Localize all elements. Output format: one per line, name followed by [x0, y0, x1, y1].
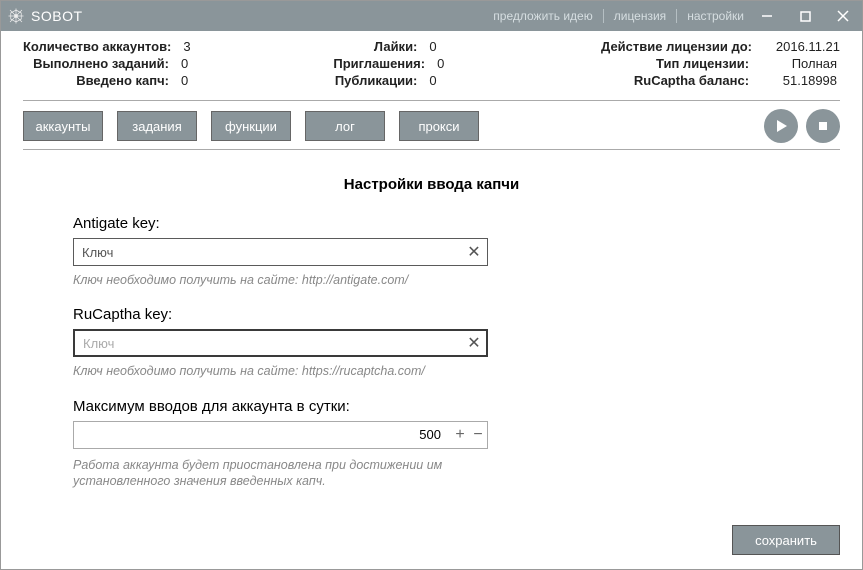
stat-tasks-label: Выполнено заданий:: [23, 56, 181, 71]
stat-invites-label: Приглашения:: [333, 56, 437, 71]
content-area: Настройки ввода капчи Antigate key: ✕ Кл…: [1, 158, 862, 513]
stat-accounts-value: 3: [183, 39, 223, 54]
rucaptcha-clear-icon[interactable]: ✕: [464, 333, 484, 353]
tab-functions[interactable]: функции: [211, 111, 291, 141]
stepper-minus-icon[interactable]: −: [469, 421, 487, 449]
app-title: SOBOT: [31, 8, 83, 24]
stat-license-until-label: Действие лицензии до:: [601, 39, 764, 54]
toolbar: аккаунты задания функции лог прокси: [23, 109, 840, 143]
close-button[interactable]: [824, 1, 862, 31]
link-settings[interactable]: настройки: [683, 9, 748, 23]
tab-bar: аккаунты задания функции лог прокси: [23, 111, 479, 141]
antigate-label: Antigate key:: [73, 215, 493, 232]
stat-likes-value: 0: [429, 39, 469, 54]
rucaptcha-hint: Ключ необходимо получить на сайте: https…: [73, 363, 493, 379]
stat-captcha-value: 0: [181, 73, 221, 88]
tab-log[interactable]: лог: [305, 111, 385, 141]
stat-pubs-value: 0: [429, 73, 469, 88]
tab-accounts[interactable]: аккаунты: [23, 111, 103, 141]
max-inputs-stepper: + −: [73, 421, 488, 449]
stat-license-type-value: Полная: [761, 56, 837, 71]
rucaptcha-input[interactable]: [73, 329, 488, 357]
maximize-button[interactable]: [786, 1, 824, 31]
minimize-button[interactable]: [748, 1, 786, 31]
header-links: предложить идею лицензия настройки: [489, 9, 748, 23]
rucaptcha-label: RuCaptha key:: [73, 306, 493, 323]
stat-license-type-label: Тип лицензии:: [601, 56, 761, 71]
stat-tasks-value: 0: [181, 56, 221, 71]
link-suggest-idea[interactable]: предложить идею: [489, 9, 596, 23]
stat-license-until-value: 2016.11.21: [764, 39, 840, 54]
stat-pubs-label: Публикации:: [333, 73, 429, 88]
stat-accounts-label: Количество аккаунтов:: [23, 39, 183, 54]
stepper-plus-icon[interactable]: +: [451, 421, 469, 449]
antigate-hint: Ключ необходимо получить на сайте: http:…: [73, 272, 493, 288]
max-inputs-input[interactable]: [74, 426, 451, 443]
footer: сохранить: [1, 513, 862, 569]
max-inputs-hint: Работа аккаунта будет приостановлена при…: [73, 457, 493, 490]
stop-button[interactable]: [806, 109, 840, 143]
page-title: Настройки ввода капчи: [27, 176, 836, 193]
app-icon: [7, 7, 25, 25]
stat-rucaptcha-balance-value: 51.18998: [761, 73, 837, 88]
link-license[interactable]: лицензия: [610, 9, 670, 23]
tab-tasks[interactable]: задания: [117, 111, 197, 141]
toolbar-divider-top: [23, 100, 840, 101]
play-button[interactable]: [764, 109, 798, 143]
stat-captcha-label: Введено капч:: [23, 73, 181, 88]
save-button[interactable]: сохранить: [732, 525, 840, 555]
antigate-clear-icon[interactable]: ✕: [464, 242, 484, 262]
stats-bar: Количество аккаунтов:3 Выполнено заданий…: [1, 31, 862, 94]
toolbar-divider-bottom: [23, 149, 840, 150]
max-inputs-label: Максимум вводов для аккаунта в сутки:: [73, 398, 493, 415]
stat-likes-label: Лайки:: [333, 39, 429, 54]
titlebar: SOBOT предложить идею лицензия настройки: [1, 1, 862, 31]
tab-proxy[interactable]: прокси: [399, 111, 479, 141]
stat-invites-value: 0: [437, 56, 477, 71]
rucaptcha-input-wrap: ✕: [73, 329, 488, 357]
antigate-input-wrap: ✕: [73, 238, 488, 266]
antigate-input[interactable]: [73, 238, 488, 266]
stat-rucaptcha-balance-label: RuCaptha баланс:: [601, 73, 761, 88]
